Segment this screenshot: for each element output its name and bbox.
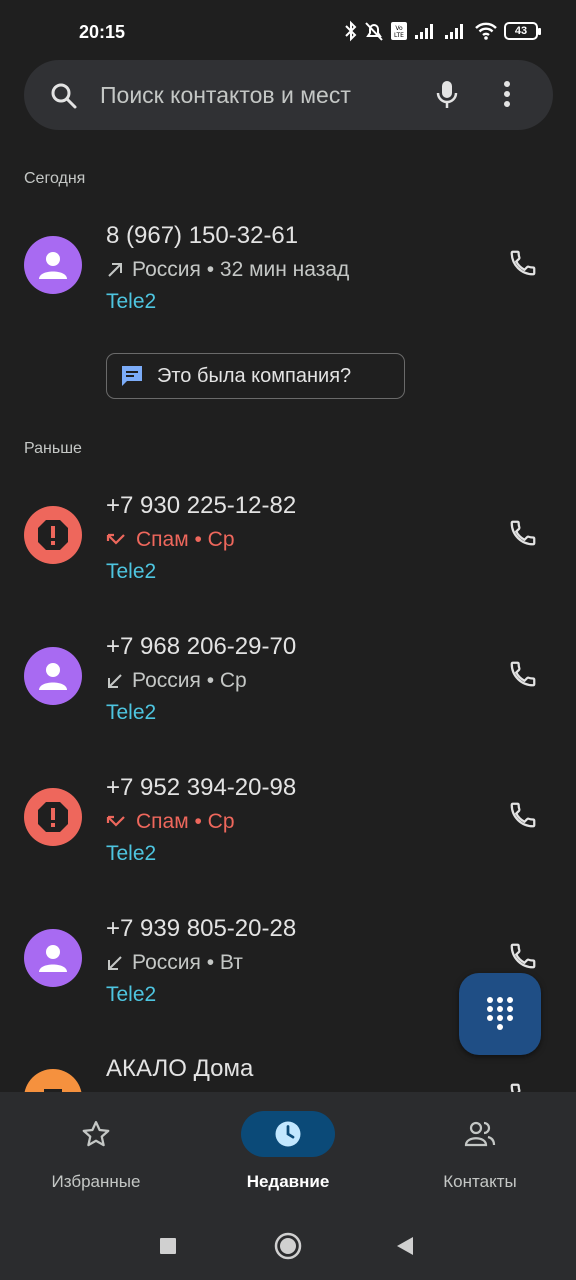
mic-icon[interactable] bbox=[435, 79, 459, 111]
company-question-button[interactable]: Это была компания? bbox=[106, 353, 405, 399]
call-detail-text: Россия • Вт bbox=[132, 951, 243, 974]
carrier-label: Tele2 bbox=[106, 701, 157, 724]
status-time: 20:15 bbox=[79, 22, 126, 42]
favorites-icon-wrap bbox=[49, 1111, 143, 1157]
wifi-icon bbox=[475, 22, 497, 40]
dialpad-icon bbox=[487, 997, 513, 1030]
call-detail-text: Спам • Ср bbox=[136, 810, 235, 833]
call-detail-text: Россия • Ср bbox=[132, 669, 247, 692]
call-number: +7 930 225-12-82 bbox=[106, 492, 297, 519]
search-icon bbox=[51, 83, 77, 109]
incoming-call-icon bbox=[108, 956, 122, 970]
call-number: 8 (967) 150-32-61 bbox=[106, 222, 299, 249]
status-bar: 20:15 Vo LTE 43 bbox=[0, 0, 576, 60]
battery-indicator: 43 bbox=[504, 22, 541, 40]
avatar bbox=[24, 236, 82, 294]
contacts-icon-wrap bbox=[433, 1111, 527, 1157]
home-circle-icon[interactable] bbox=[274, 1232, 302, 1260]
recents-icon-wrap bbox=[241, 1111, 335, 1157]
tab-favorites[interactable]: Избранные bbox=[0, 1092, 192, 1210]
dialpad-button[interactable] bbox=[459, 973, 541, 1055]
call-detail-text: Спам • Ср bbox=[136, 528, 235, 551]
phone-icon[interactable] bbox=[508, 518, 538, 548]
avatar bbox=[24, 647, 82, 705]
phone-icon[interactable] bbox=[508, 659, 538, 689]
svg-text:LTE: LTE bbox=[394, 32, 404, 39]
spam-warning-icon bbox=[38, 520, 68, 550]
mute-icon bbox=[365, 22, 383, 41]
signal-icon-2 bbox=[445, 24, 463, 39]
tab-favorites-label: Избранные bbox=[51, 1172, 141, 1191]
tab-contacts-label: Контакты bbox=[443, 1172, 517, 1191]
call-detail: Спам • Ср bbox=[106, 528, 235, 552]
call-number: +7 952 394-20-98 bbox=[106, 774, 297, 801]
system-navigation-bar bbox=[0, 1210, 576, 1280]
incoming-call-icon bbox=[108, 674, 122, 688]
call-row[interactable]: +7 968 206-29-70 Россия • Ср Tele2 bbox=[0, 633, 576, 787]
call-row[interactable]: +7 952 394-20-98 Спам • Ср Tele2 bbox=[0, 774, 576, 928]
recents-square-icon[interactable] bbox=[159, 1237, 177, 1255]
call-number: +7 939 805-20-28 bbox=[106, 915, 297, 942]
company-question-label: Это была компания? bbox=[157, 364, 352, 387]
people-icon bbox=[464, 1121, 496, 1147]
carrier-label: Tele2 bbox=[106, 560, 157, 583]
call-number: АКАЛО Дома bbox=[106, 1055, 254, 1082]
phone-icon[interactable] bbox=[508, 800, 538, 830]
call-detail: Россия • Ср bbox=[106, 669, 247, 693]
volte-icon: VoLTE bbox=[391, 22, 407, 40]
status-icons: Vo LTE 43 bbox=[344, 20, 541, 42]
more-options-icon[interactable] bbox=[503, 80, 511, 110]
avatar bbox=[24, 788, 82, 846]
person-icon bbox=[39, 252, 67, 279]
outgoing-call-icon bbox=[108, 263, 122, 277]
missed-call-icon bbox=[106, 815, 125, 827]
clock-icon bbox=[275, 1121, 301, 1147]
section-header-today: Сегодня bbox=[24, 170, 86, 187]
missed-call-icon bbox=[106, 533, 125, 545]
phone-icon[interactable] bbox=[508, 248, 538, 278]
call-detail: Россия • Вт bbox=[106, 951, 243, 975]
tab-recents-label: Недавние bbox=[246, 1172, 330, 1191]
avatar bbox=[24, 506, 82, 564]
tab-contacts[interactable]: Контакты bbox=[384, 1092, 576, 1210]
avatar bbox=[24, 929, 82, 987]
bottom-navigation: Избранные Недавние Контакты bbox=[0, 1092, 576, 1210]
search-bar[interactable]: Поиск контактов и мест bbox=[24, 60, 553, 130]
call-number: +7 968 206-29-70 bbox=[106, 633, 297, 660]
section-header-earlier: Раньше bbox=[24, 440, 82, 457]
phone-icon[interactable] bbox=[508, 941, 538, 971]
spam-warning-icon bbox=[38, 802, 68, 832]
call-detail: Россия • 32 мин назад bbox=[106, 258, 349, 282]
signal-icon-1 bbox=[415, 24, 433, 39]
call-detail: Спам • Ср bbox=[106, 810, 235, 834]
business-chat-icon bbox=[122, 366, 142, 386]
call-row[interactable]: +7 930 225-12-82 Спам • Ср Tele2 bbox=[0, 492, 576, 646]
bluetooth-icon bbox=[345, 20, 357, 42]
person-icon bbox=[39, 945, 67, 972]
back-triangle-icon[interactable] bbox=[396, 1236, 414, 1256]
star-icon bbox=[82, 1121, 110, 1147]
person-icon bbox=[39, 663, 67, 690]
carrier-label: Tele2 bbox=[106, 983, 157, 1006]
carrier-label: Tele2 bbox=[106, 842, 157, 865]
call-detail-text: Россия • 32 мин назад bbox=[132, 258, 350, 281]
search-input[interactable]: Поиск контактов и мест bbox=[100, 82, 351, 109]
carrier-label: Tele2 bbox=[106, 290, 157, 313]
tab-recents[interactable]: Недавние bbox=[192, 1092, 384, 1210]
svg-text:Vo: Vo bbox=[395, 25, 403, 32]
